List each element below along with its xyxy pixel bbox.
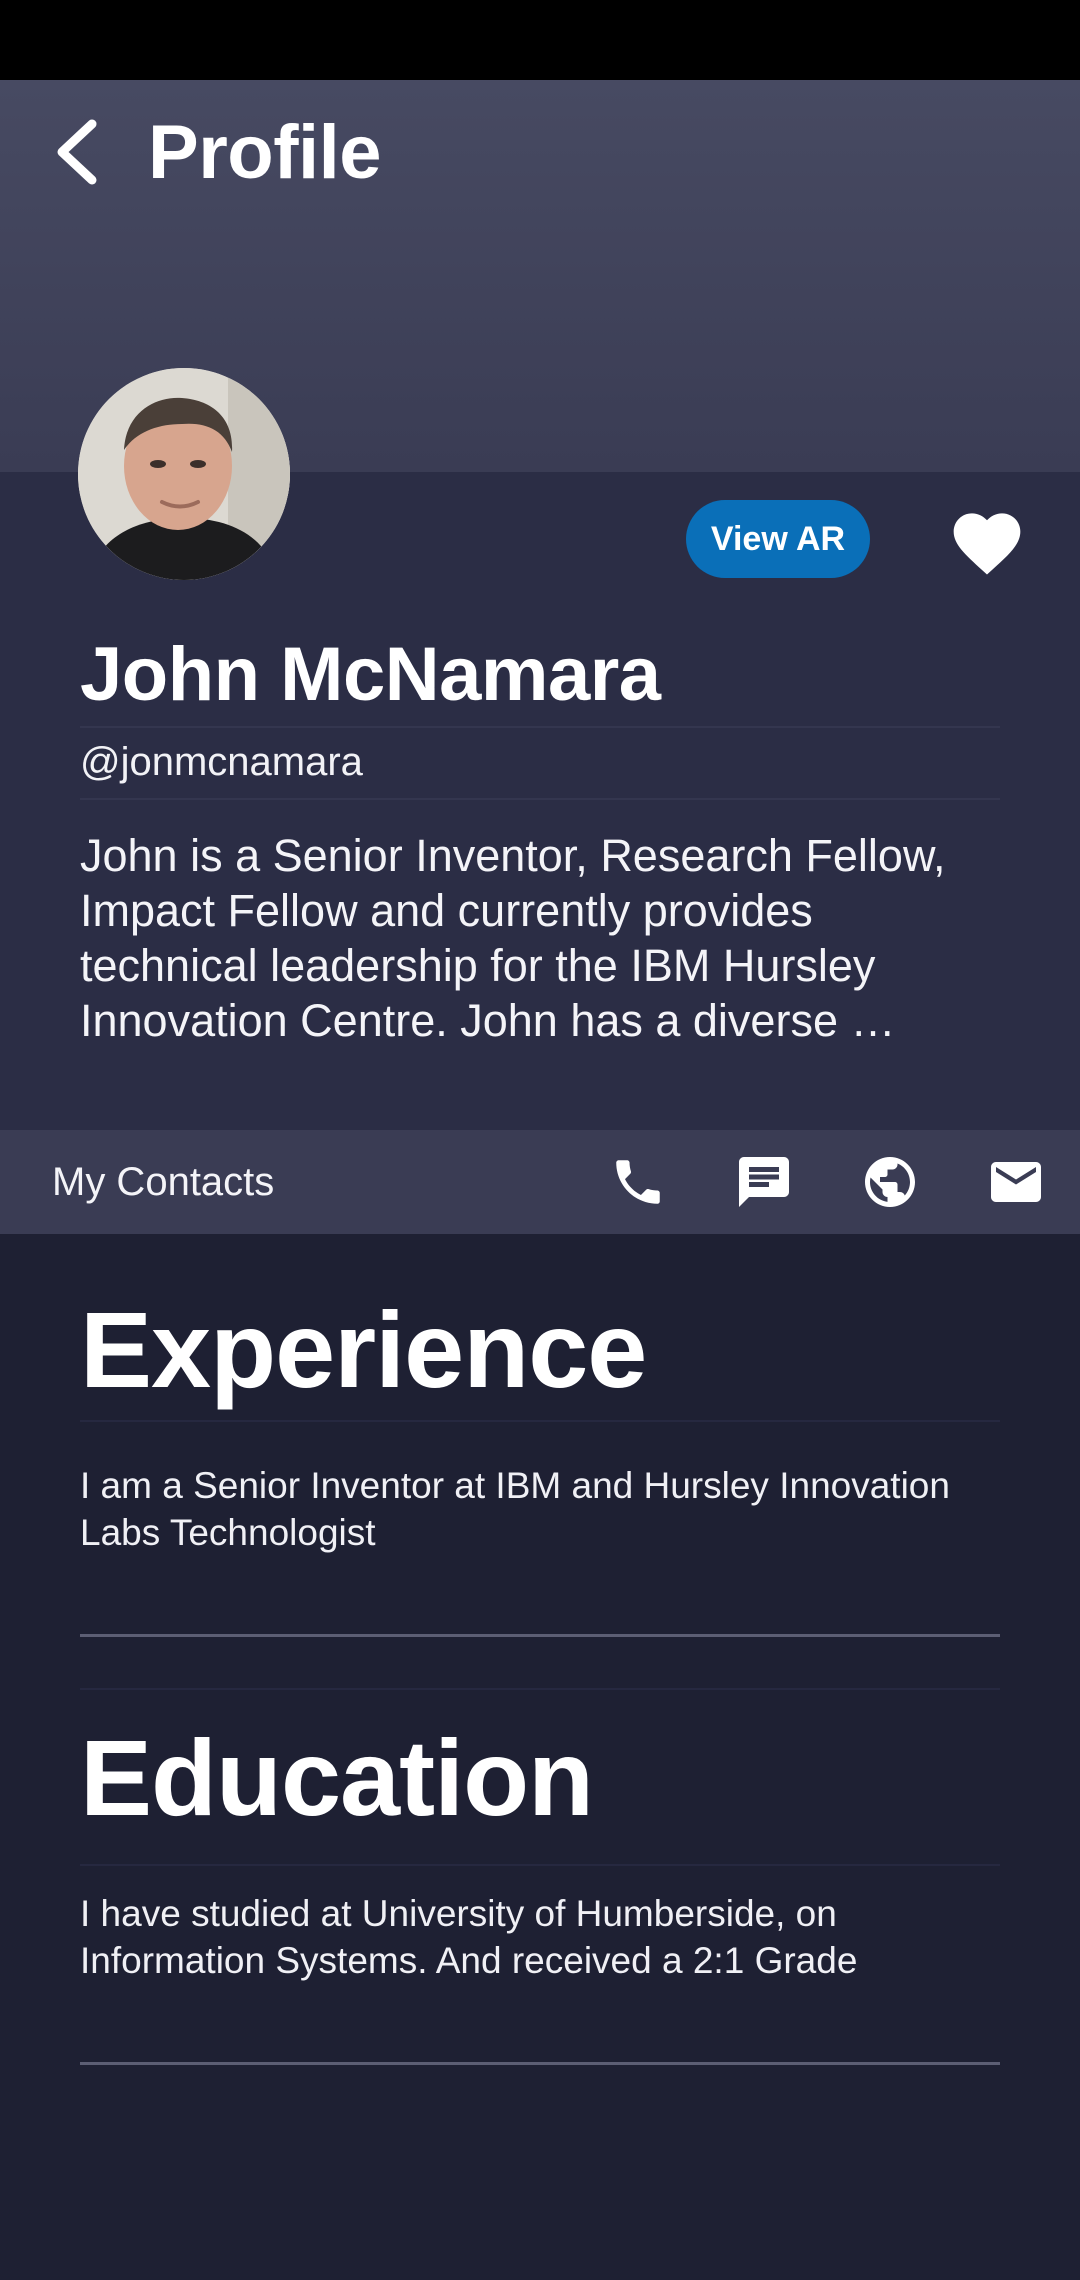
profile-handle: @jonmcnamara: [80, 740, 363, 784]
experience-title: Experience: [80, 1289, 647, 1410]
status-bar: [0, 0, 1080, 80]
phone-button[interactable]: [606, 1150, 670, 1214]
mail-icon: [991, 1162, 1041, 1202]
back-button[interactable]: [40, 112, 112, 192]
profile-bio: John is a Senior Inventor, Research Fell…: [80, 830, 946, 1046]
handle-divider: [80, 798, 1000, 800]
contacts-bar: My Contacts: [0, 1130, 1080, 1234]
experience-title-divider: [80, 1420, 1000, 1422]
education-top-divider: [80, 1688, 1000, 1690]
message-button[interactable]: [732, 1150, 796, 1214]
globe-icon: [865, 1157, 915, 1207]
phone-icon: [616, 1160, 660, 1204]
experience-text: I am a Senior Inventor at IBM and Hursle…: [80, 1465, 950, 1553]
avatar-image: [78, 368, 290, 580]
website-button[interactable]: [858, 1150, 922, 1214]
message-icon: [739, 1157, 789, 1207]
name-divider: [80, 726, 1000, 728]
avatar: [78, 368, 290, 580]
contacts-label: My Contacts: [52, 1160, 275, 1204]
education-title-divider: [80, 1864, 1000, 1866]
view-ar-button[interactable]: View AR: [686, 500, 870, 578]
heart-icon: [953, 513, 1021, 575]
experience-divider: [80, 1634, 1000, 1637]
page-title: Profile: [148, 110, 382, 195]
chevron-left-icon: [57, 119, 97, 185]
education-divider: [80, 2062, 1000, 2065]
profile-name: John McNamara: [80, 632, 661, 717]
education-title: Education: [80, 1717, 594, 1838]
education-text: I have studied at University of Humbersi…: [80, 1893, 858, 1981]
favorite-button[interactable]: [946, 502, 1028, 578]
email-button[interactable]: [984, 1150, 1048, 1214]
